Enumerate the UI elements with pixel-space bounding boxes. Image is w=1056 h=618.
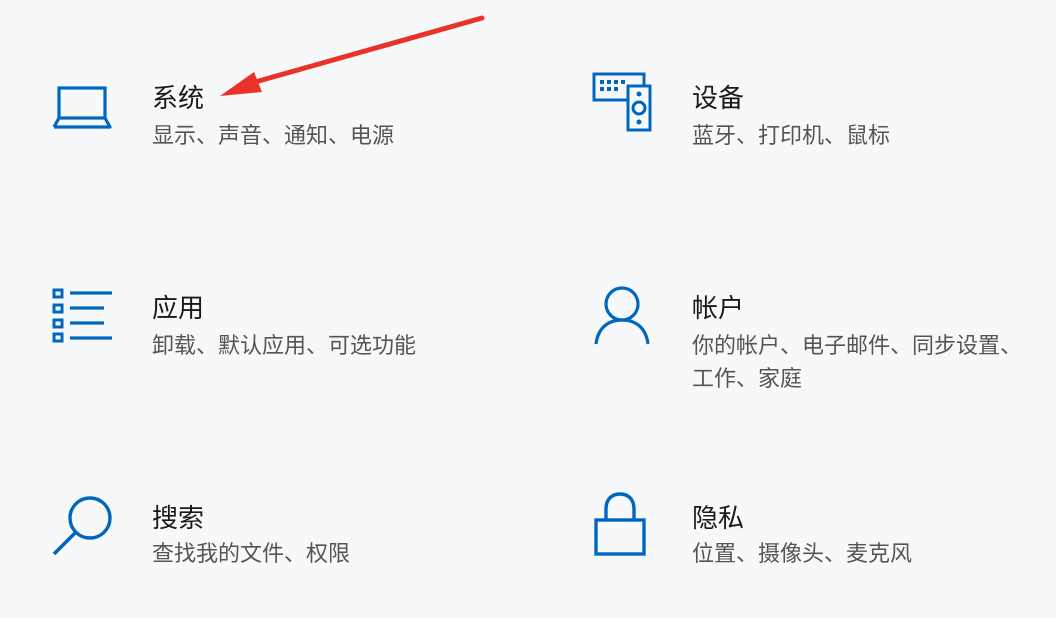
tile-description: 蓝牙、打印机、鼠标 — [692, 124, 891, 149]
settings-tile-apps[interactable]: 应用 卸载、默认应用、可选功能 — [52, 288, 532, 408]
settings-tile-search[interactable]: 搜索 查找我的文件、权限 — [52, 496, 532, 618]
tile-description: 卸载、默认应用、可选功能 — [152, 334, 417, 359]
settings-tile-system[interactable]: 系统 显示、声音、通知、电源 — [52, 78, 532, 198]
lock-icon — [592, 492, 668, 574]
apps-list-icon — [52, 288, 128, 364]
laptop-icon — [52, 78, 128, 154]
tile-title: 隐私 — [692, 504, 745, 534]
tile-title: 设备 — [692, 84, 745, 114]
settings-tile-privacy[interactable]: 隐私 位置、摄像头、麦克风 — [592, 492, 1056, 618]
person-icon — [592, 286, 668, 364]
tile-title: 搜索 — [152, 504, 205, 534]
tile-description: 你的帐户、电子邮件、同步设置、工作、家庭 — [692, 334, 1023, 392]
search-icon — [52, 496, 128, 574]
tile-title: 应用 — [152, 294, 205, 324]
tile-description: 显示、声音、通知、电源 — [152, 124, 395, 149]
settings-tile-accounts[interactable]: 帐户 你的帐户、电子邮件、同步设置、工作、家庭 — [592, 286, 1056, 408]
tile-title: 系统 — [152, 84, 205, 114]
devices-icon — [592, 72, 668, 154]
tile-title: 帐户 — [692, 294, 745, 324]
settings-tile-devices[interactable]: 设备 蓝牙、打印机、鼠标 — [592, 72, 1056, 198]
